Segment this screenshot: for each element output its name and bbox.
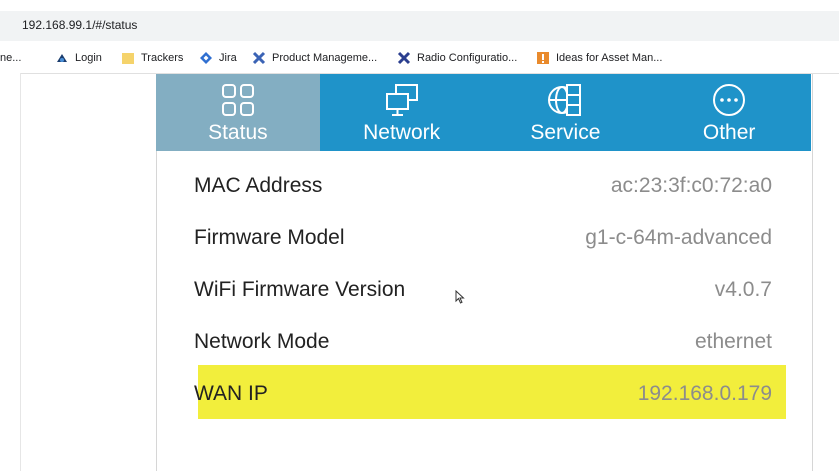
tab-label: Status xyxy=(208,121,268,144)
row-value: g1-c-64m-advanced xyxy=(585,226,772,249)
bookmark-item[interactable]: ne... xyxy=(0,50,21,66)
status-row-firmware-model: Firmware Model g1-c-64m-advanced xyxy=(157,212,810,264)
bookmark-label: ne... xyxy=(0,52,22,64)
bookmark-ideas[interactable]: Ideas for Asset Man... xyxy=(536,50,662,66)
row-value: ethernet xyxy=(694,330,772,353)
row-label: Network Mode xyxy=(194,330,330,353)
cloud-icon xyxy=(57,54,67,62)
bookmark-label: Radio Configuratio... xyxy=(417,52,518,64)
bookmark-label: Ideas for Asset Man... xyxy=(556,52,663,64)
bookmark-radio-configuration[interactable]: Radio Configuratio... xyxy=(397,50,517,66)
globe-icon xyxy=(548,84,582,116)
status-row-wifi-firmware-version: WiFi Firmware Version v4.0.7 xyxy=(157,264,810,316)
bookmark-jira[interactable]: Jira xyxy=(199,50,237,66)
row-label: WiFi Firmware Version xyxy=(194,278,406,301)
row-label: MAC Address xyxy=(194,174,323,197)
row-label: WAN IP xyxy=(194,382,268,405)
x-icon xyxy=(252,51,266,65)
folder-icon xyxy=(122,53,134,64)
ellipsis-icon xyxy=(713,84,746,116)
status-row-network-mode: Network Mode ethernet xyxy=(157,316,810,368)
main-tabs: Status Network Service Other xyxy=(156,74,811,151)
bookmark-label: Product Manageme... xyxy=(272,52,378,64)
monitors-icon xyxy=(385,84,418,116)
row-label: Firmware Model xyxy=(194,226,345,249)
tab-label: Network xyxy=(363,121,441,144)
bookmark-product-management[interactable]: Product Manageme... xyxy=(252,50,377,66)
row-value: 192.168.0.179 xyxy=(637,382,772,405)
row-value: v4.0.7 xyxy=(714,278,772,301)
row-value: ac:23:3f:c0:72:a0 xyxy=(610,174,772,197)
left-divider xyxy=(20,73,21,471)
idea-icon xyxy=(537,52,549,64)
tab-status[interactable]: Status xyxy=(156,74,320,151)
tab-network[interactable]: Network xyxy=(320,74,484,151)
url-text[interactable]: 192.168.99.1/#/status xyxy=(22,18,137,32)
bookmark-trackers[interactable]: Trackers xyxy=(121,50,183,66)
bookmarks-bar: ne... Login Trackers Jira Product Manage… xyxy=(0,44,839,72)
tab-label: Service xyxy=(530,121,601,144)
status-row-wan-ip: WAN IP 192.168.0.179 xyxy=(157,368,810,420)
tab-label: Other xyxy=(702,121,756,144)
address-bar: 192.168.99.1/#/status xyxy=(0,0,839,41)
bookmark-label: Login xyxy=(75,52,102,64)
tab-service[interactable]: Service xyxy=(484,74,648,151)
mouse-cursor-icon xyxy=(455,290,465,304)
tab-other[interactable]: Other xyxy=(647,74,811,151)
grid-icon xyxy=(221,84,254,116)
bookmark-label: Jira xyxy=(219,52,237,64)
status-row-mac-address: MAC Address ac:23:3f:c0:72:a0 xyxy=(157,160,810,212)
x-icon xyxy=(397,51,411,65)
bookmark-login[interactable]: Login xyxy=(55,50,102,66)
bookmark-label: Trackers xyxy=(141,52,184,64)
jira-icon xyxy=(200,52,212,64)
